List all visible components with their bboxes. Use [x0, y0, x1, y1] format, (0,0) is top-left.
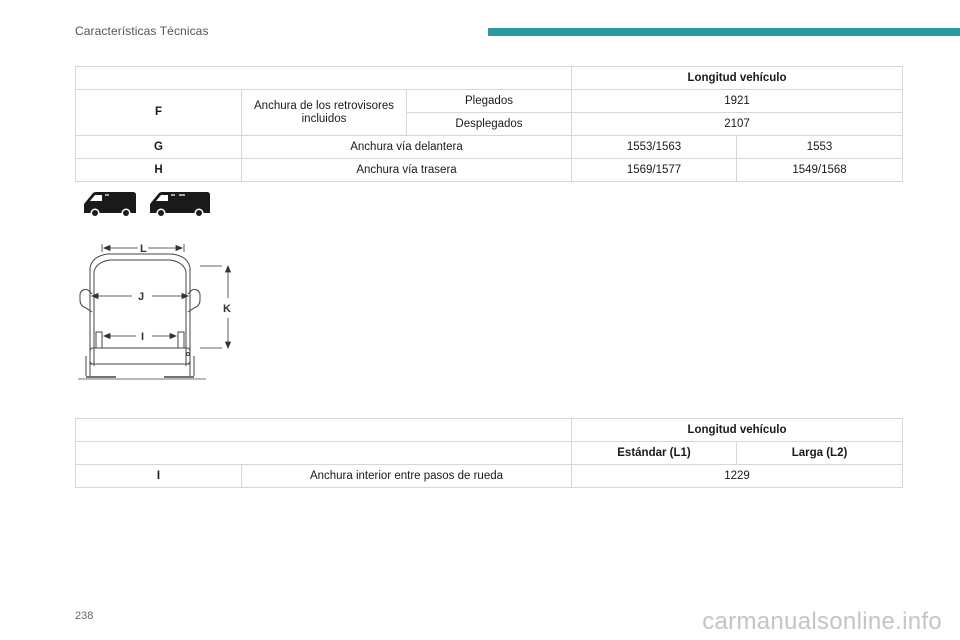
- header-accent-bar: [488, 28, 960, 36]
- column-long: Larga (L2): [736, 441, 903, 465]
- row-label: Anchura vía delantera: [241, 135, 572, 159]
- dimension-label-I: I: [141, 331, 144, 343]
- dimension-label-J: J: [138, 291, 144, 303]
- van-type-icons: [84, 192, 210, 218]
- row-sub-label: Plegados: [406, 89, 572, 113]
- row-label: Anchura de los retrovisores incluidos: [241, 89, 407, 136]
- van-short-icon: [84, 192, 136, 218]
- row-value-2: 1553: [736, 135, 903, 159]
- page-number: 238: [75, 610, 94, 622]
- dimension-label-K: K: [223, 303, 231, 315]
- spec-table-widths: Longitud vehículo F Anchura de los retro…: [75, 66, 903, 182]
- row-value-2: 1549/1568: [736, 158, 903, 182]
- table-row: I Anchura interior entre pasos de rueda …: [75, 464, 903, 488]
- column-standard: Estándar (L1): [571, 441, 737, 465]
- table-header-row: Longitud vehículo: [75, 418, 903, 442]
- row-code: G: [75, 135, 242, 159]
- row-value: 1921: [571, 89, 903, 113]
- row-value-1: 1569/1577: [571, 158, 737, 182]
- table-header-row: Longitud vehículo: [75, 66, 903, 90]
- row-code: I: [75, 464, 242, 488]
- header-length-label: Longitud vehículo: [571, 66, 903, 90]
- row-code: F: [75, 89, 242, 136]
- row-label: Anchura interior entre pasos de rueda: [241, 464, 572, 488]
- row-code: H: [75, 158, 242, 182]
- table-row: F Anchura de los retrovisores incluidos …: [75, 89, 903, 136]
- header-length-label: Longitud vehículo: [571, 418, 903, 442]
- table-row: G Anchura vía delantera 1553/1563 1553: [75, 135, 903, 159]
- table-header-row: Estándar (L1) Larga (L2): [75, 441, 903, 465]
- van-rear-dimension-diagram: L J I K: [78, 243, 232, 380]
- row-value-1: 1553/1563: [571, 135, 737, 159]
- spec-table-interior: Longitud vehículo Estándar (L1) Larga (L…: [75, 418, 903, 488]
- row-sub-label: Desplegados: [406, 112, 572, 136]
- van-long-icon: [150, 192, 210, 218]
- watermark: carmanualsonline.info: [702, 608, 942, 635]
- table-row: H Anchura vía trasera 1569/1577 1549/156…: [75, 158, 903, 182]
- section-title: Características Técnicas: [75, 24, 209, 38]
- row-value: 1229: [571, 464, 903, 488]
- row-label: Anchura vía trasera: [241, 158, 572, 182]
- dimension-label-L: L: [140, 243, 147, 255]
- row-value: 2107: [571, 112, 903, 136]
